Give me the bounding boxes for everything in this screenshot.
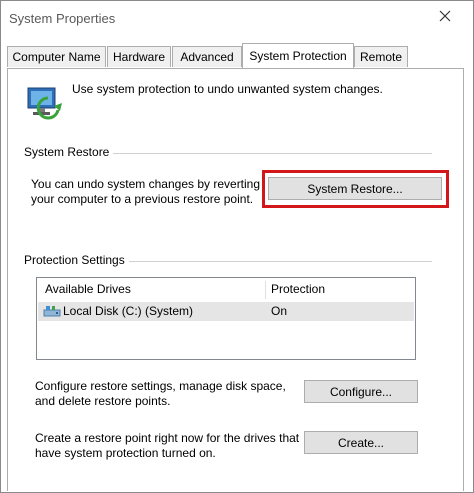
system-protection-icon: [27, 87, 62, 120]
tab-remote[interactable]: Remote: [354, 46, 408, 67]
create-description-line1: Create a restore point right now for the…: [35, 431, 300, 445]
tab-advanced[interactable]: Advanced: [172, 46, 242, 67]
available-drives-list[interactable]: Available Drives Protection Local Disk (…: [36, 277, 416, 360]
column-header-protection[interactable]: Protection: [271, 278, 325, 301]
table-row[interactable]: Local Disk (C:) (System) On: [38, 302, 414, 321]
column-divider: [265, 281, 266, 299]
window-title: System Properties: [9, 11, 116, 26]
intro-text: Use system protection to undo unwanted s…: [72, 82, 383, 96]
configure-button[interactable]: Configure...: [304, 380, 418, 403]
close-icon[interactable]: [437, 8, 453, 24]
system-restore-description-line1: You can undo system changes by reverting: [31, 177, 261, 191]
configure-description-line1: Configure restore settings, manage disk …: [35, 379, 286, 393]
system-restore-button[interactable]: System Restore...: [268, 177, 442, 200]
drive-protection-status: On: [271, 304, 288, 318]
tab-hardware[interactable]: Hardware: [107, 46, 171, 67]
create-button[interactable]: Create...: [304, 431, 418, 454]
system-restore-description-line2: your computer to a previous restore poin…: [31, 192, 254, 206]
protection-settings-group-label: Protection Settings: [24, 253, 129, 267]
create-description-line2: have system protection turned on.: [35, 446, 216, 460]
configure-description-line2: and delete restore points.: [35, 394, 171, 408]
tab-computer-name[interactable]: Computer Name: [7, 46, 106, 67]
column-header-available-drives[interactable]: Available Drives: [45, 278, 131, 301]
drive-name: Local Disk (C:) (System): [63, 304, 194, 318]
drive-icon: [43, 306, 61, 317]
tab-system-protection[interactable]: System Protection: [242, 43, 354, 68]
system-restore-group-label: System Restore: [24, 145, 114, 159]
